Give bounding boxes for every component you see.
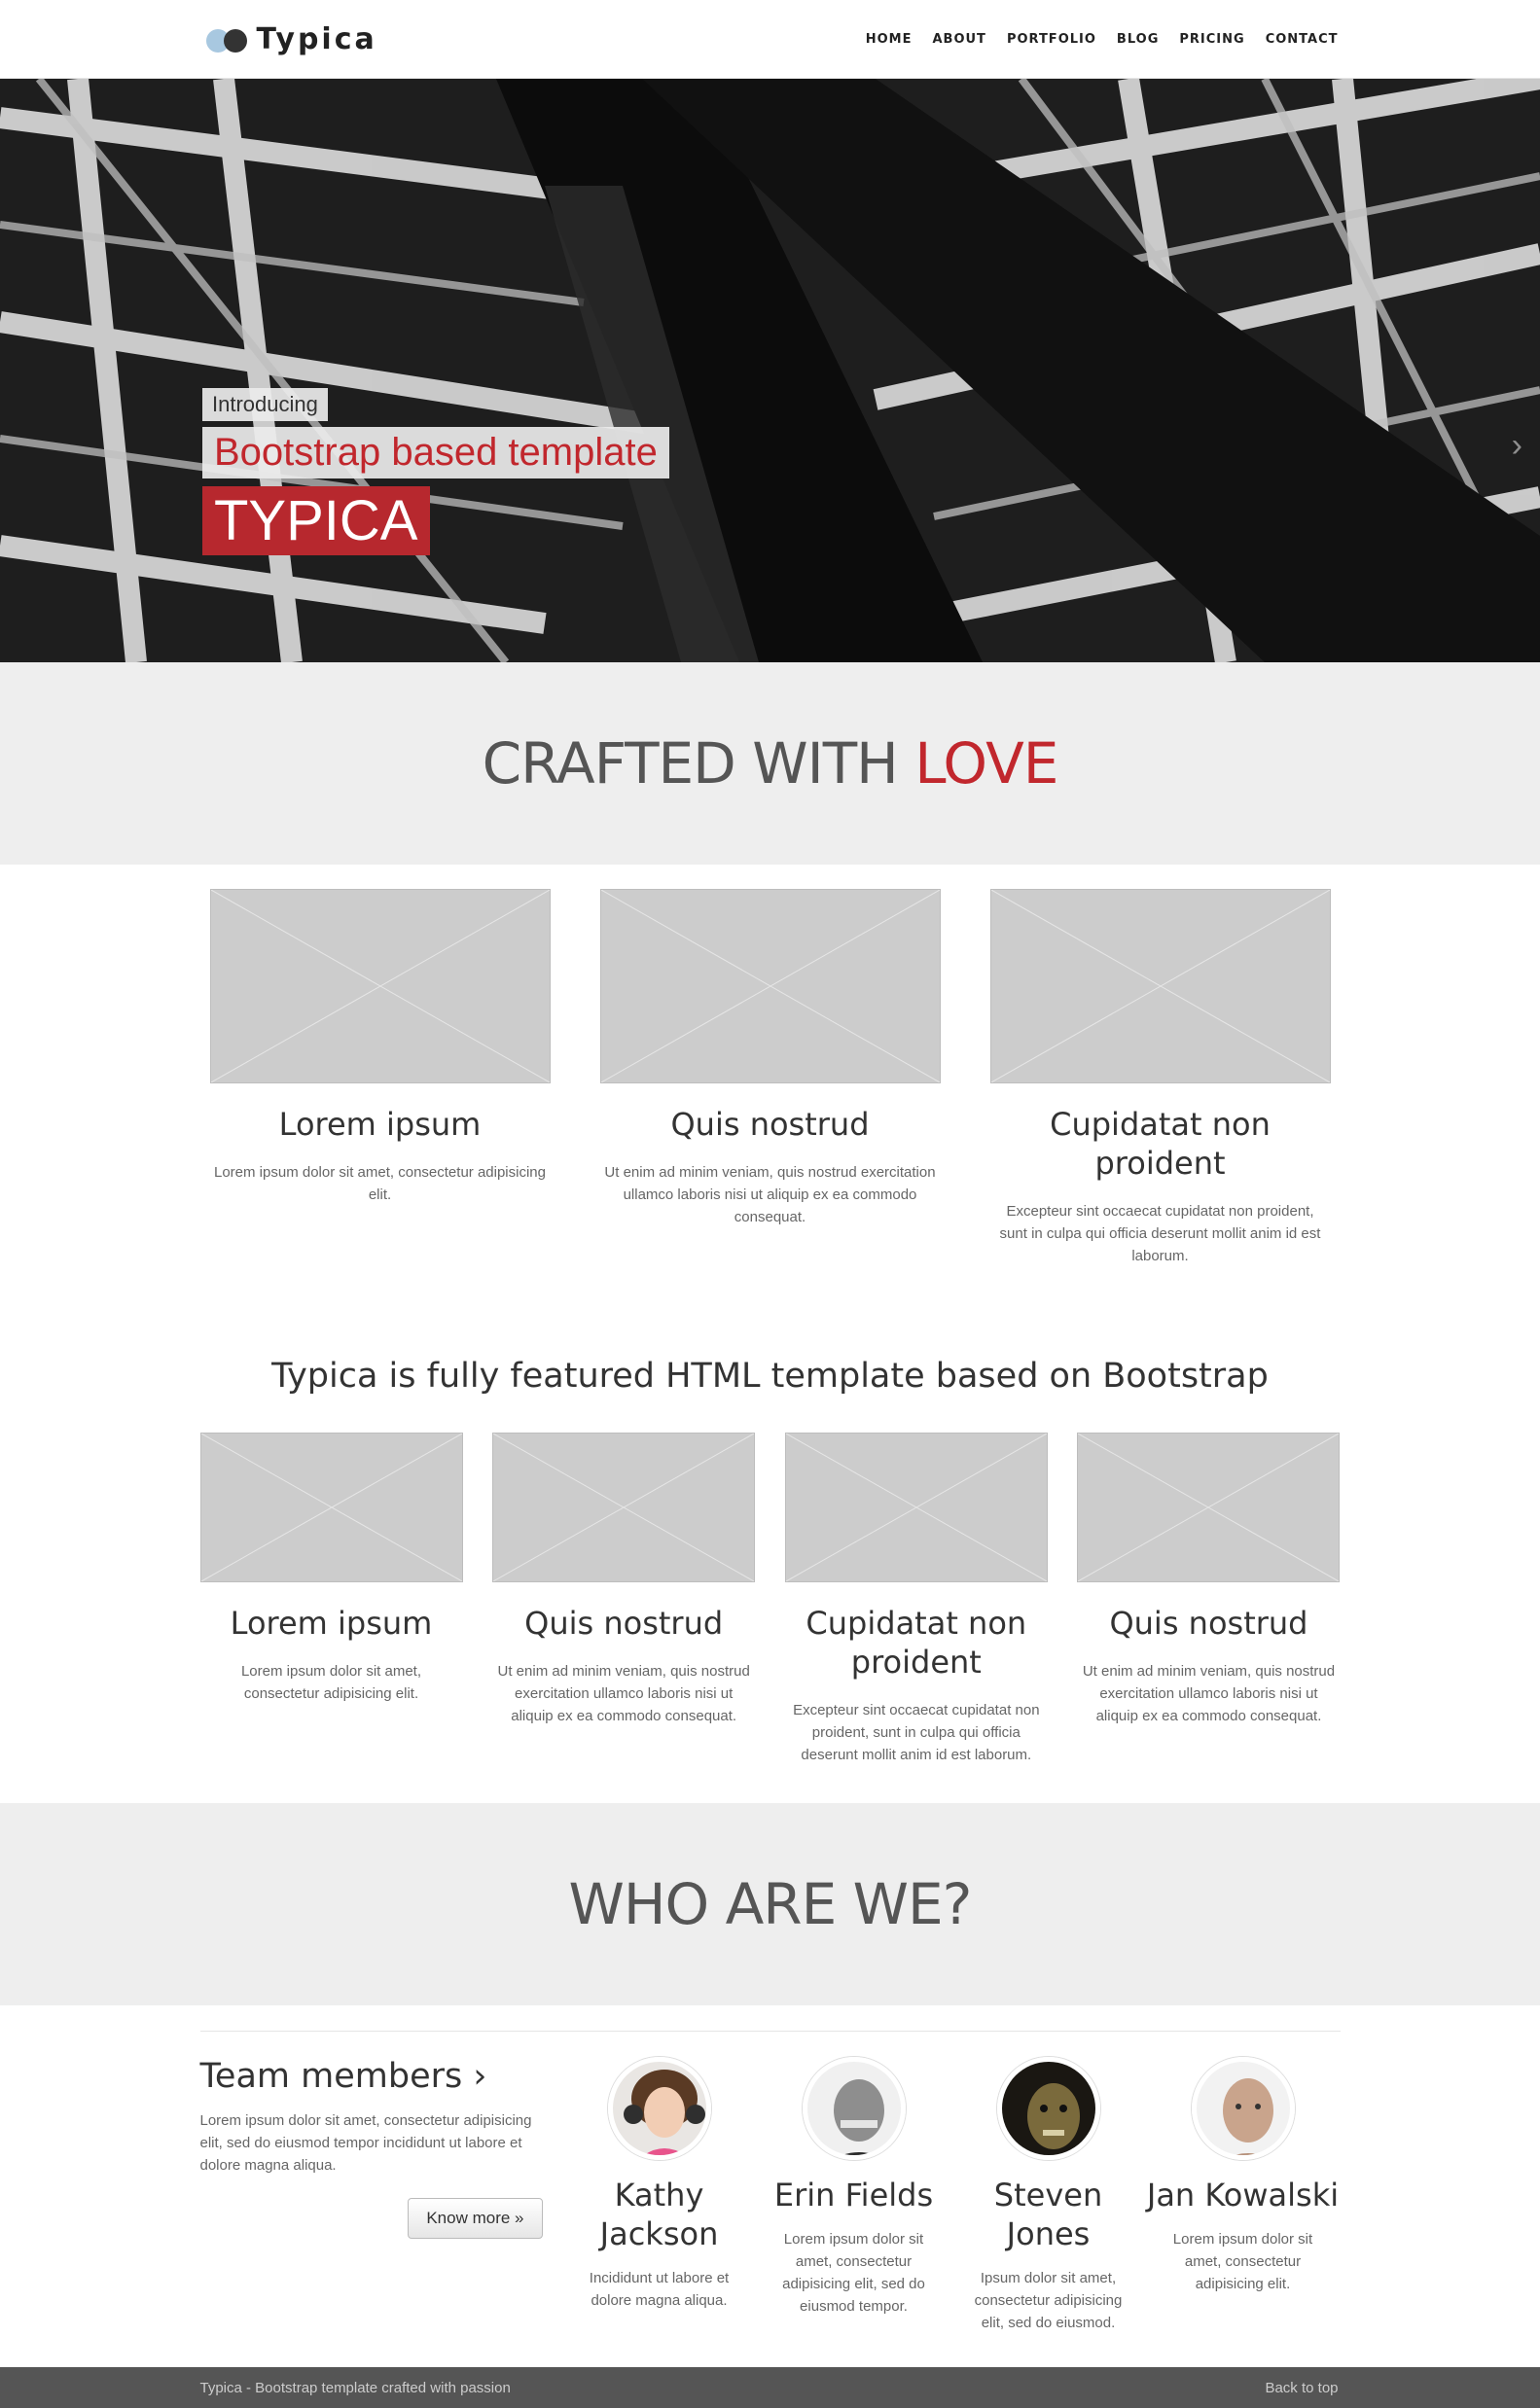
avatar xyxy=(996,2057,1100,2160)
feature-title: Cupidatat non proident xyxy=(806,1605,1027,1681)
team-heading[interactable]: Team members › xyxy=(200,2057,543,2096)
avatar xyxy=(1191,2057,1295,2160)
team-section: Team members › Lorem ipsum dolor sit ame… xyxy=(199,2031,1341,2334)
feature-title: Quis nostrud xyxy=(670,1106,870,1143)
features-four-col: Lorem ipsum Lorem ipsum dolor sit amet, … xyxy=(199,1396,1341,1803)
lead-text: Typica is fully featured HTML template b… xyxy=(271,1357,1269,1396)
feature-text: Excepteur sint occaecat cupidatat non pr… xyxy=(999,1203,1321,1264)
member-name: Steven Jones xyxy=(993,2177,1103,2252)
hero-intro: Introducing xyxy=(202,388,328,421)
brand-logo[interactable]: Typica xyxy=(205,22,377,56)
feature-text: Ut enim ad minim veniam, quis nostrud ex… xyxy=(1082,1663,1336,1724)
section-title-crafted: CRAFTED WITH LOVE xyxy=(482,730,1059,797)
team-description: Lorem ipsum dolor sit amet, consectetur … xyxy=(199,2112,532,2174)
feature-card: Quis nostrud Ut enim ad minim veniam, qu… xyxy=(1077,1433,1341,1766)
nav-contact[interactable]: CONTACT xyxy=(1266,32,1339,47)
feature-text: Lorem ipsum dolor sit amet, consectetur … xyxy=(240,1663,422,1702)
feature-text: Ut enim ad minim veniam, quis nostrud ex… xyxy=(497,1663,750,1724)
feature-card: Lorem ipsum Lorem ipsum dolor sit amet, … xyxy=(209,889,551,1267)
avatar xyxy=(607,2057,711,2160)
brand-name: Typica xyxy=(256,22,377,56)
feature-card: Cupidatat non proident Excepteur sint oc… xyxy=(784,1433,1048,1766)
footer: Typica - Bootstrap template crafted with… xyxy=(0,2367,1540,2408)
feature-title: Lorem ipsum xyxy=(278,1106,482,1143)
team-member: Erin Fields Lorem ipsum dolor sit amet, … xyxy=(757,2057,951,2334)
avatar xyxy=(802,2057,906,2160)
feature-card: Quis nostrud Ut enim ad minim veniam, qu… xyxy=(599,889,941,1267)
feature-text: Ut enim ad minim veniam, quis nostrud ex… xyxy=(604,1164,936,1225)
nav-pricing[interactable]: PRICING xyxy=(1179,32,1244,47)
hero-background-image xyxy=(0,79,1540,662)
feature-text: Excepteur sint occaecat cupidatat non pr… xyxy=(793,1702,1040,1763)
nav-home[interactable]: HOME xyxy=(866,32,913,47)
feature-card: Lorem ipsum Lorem ipsum dolor sit amet, … xyxy=(199,1433,463,1766)
image-placeholder xyxy=(492,1433,756,1582)
hero-subtitle: Bootstrap based template xyxy=(202,427,669,478)
team-member: Kathy Jackson Incididunt ut labore et do… xyxy=(562,2057,757,2334)
member-text: Lorem ipsum dolor sit amet, consectetur … xyxy=(782,2231,925,2315)
member-name: Jan Kowalski xyxy=(1146,2177,1340,2213)
features-three-col: Lorem ipsum Lorem ipsum dolor sit amet, … xyxy=(200,865,1341,1267)
team-intro: Team members › Lorem ipsum dolor sit ame… xyxy=(200,2057,543,2334)
section-band-who: WHO ARE WE? xyxy=(0,1803,1540,2005)
image-placeholder xyxy=(599,889,941,1083)
know-more-button[interactable]: Know more » xyxy=(408,2198,543,2239)
feature-text: Lorem ipsum dolor sit amet, consectetur … xyxy=(214,1164,546,1203)
feature-title: Quis nostrud xyxy=(524,1605,724,1642)
image-placeholder xyxy=(199,1433,463,1582)
hero-title: TYPICA xyxy=(202,486,430,555)
hero-carousel: Introducing Bootstrap based template TYP… xyxy=(0,79,1540,662)
image-placeholder xyxy=(209,889,551,1083)
team-member: Jan Kowalski Lorem ipsum dolor sit amet,… xyxy=(1146,2057,1341,2334)
feature-title: Quis nostrud xyxy=(1109,1605,1308,1642)
back-to-top-link[interactable]: Back to top xyxy=(1265,2380,1338,2396)
logo-icon xyxy=(205,27,249,53)
chevron-right-icon[interactable]: › xyxy=(1512,427,1522,465)
nav-about[interactable]: ABOUT xyxy=(932,32,985,47)
member-text: Lorem ipsum dolor sit amet, consectetur … xyxy=(1172,2231,1313,2292)
team-members: Kathy Jackson Incididunt ut labore et do… xyxy=(562,2057,1341,2334)
member-text: Incididunt ut labore et dolore magna ali… xyxy=(589,2270,730,2309)
member-text: Ipsum dolor sit amet, consectetur adipis… xyxy=(974,2270,1123,2331)
section-band-crafted: CRAFTED WITH LOVE xyxy=(0,662,1540,865)
footer-text: Typica - Bootstrap template crafted with… xyxy=(199,2379,511,2396)
nav-blog[interactable]: BLOG xyxy=(1117,32,1159,47)
feature-card: Cupidatat non proident Excepteur sint oc… xyxy=(989,889,1331,1267)
main-nav: HOME ABOUT PORTFOLIO BLOG PRICING CONTAC… xyxy=(866,32,1339,47)
hero-caption: Introducing Bootstrap based template TYP… xyxy=(202,388,669,555)
feature-title: Lorem ipsum xyxy=(230,1605,433,1642)
member-name: Erin Fields xyxy=(773,2177,934,2213)
image-placeholder xyxy=(989,889,1331,1083)
team-member: Steven Jones Ipsum dolor sit amet, conse… xyxy=(951,2057,1146,2334)
feature-title: Cupidatat non proident xyxy=(1050,1106,1271,1182)
nav-portfolio[interactable]: PORTFOLIO xyxy=(1007,32,1096,47)
member-name: Kathy Jackson xyxy=(599,2177,719,2252)
image-placeholder xyxy=(784,1433,1048,1582)
section-title-who: WHO ARE WE? xyxy=(568,1871,973,1937)
navbar: Typica HOME ABOUT PORTFOLIO BLOG PRICING… xyxy=(0,0,1540,79)
feature-card: Quis nostrud Ut enim ad minim veniam, qu… xyxy=(492,1433,756,1766)
image-placeholder xyxy=(1077,1433,1341,1582)
